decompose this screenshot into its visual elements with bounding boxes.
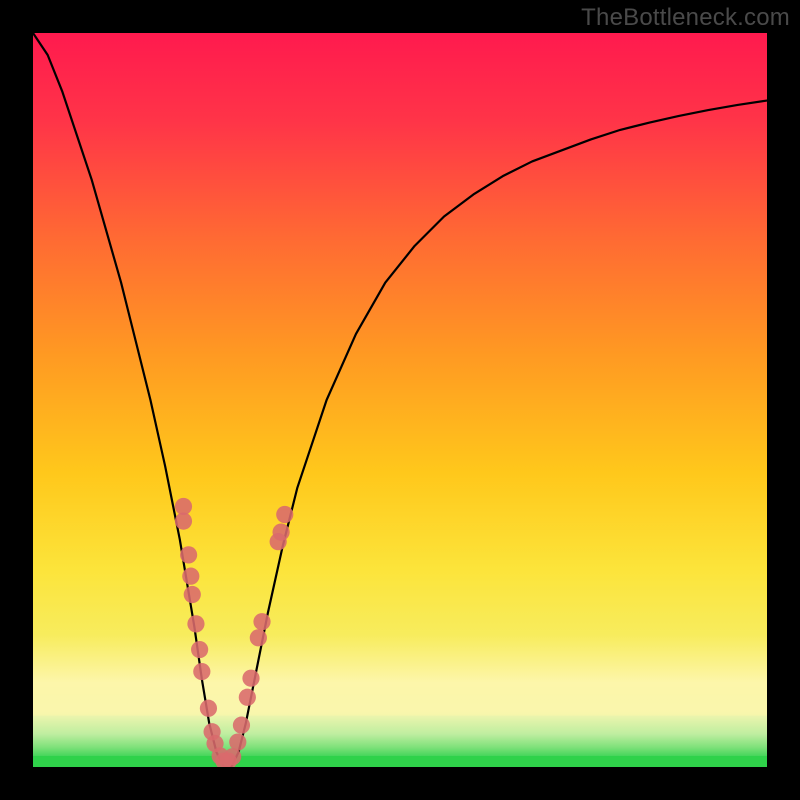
chart-marker [242, 670, 259, 687]
chart-marker [175, 513, 192, 530]
chart-background-gradient [33, 33, 767, 767]
chart-marker [276, 506, 293, 523]
chart-marker [250, 629, 267, 646]
chart-marker [233, 717, 250, 734]
chart-marker [272, 524, 289, 541]
chart-marker [193, 663, 210, 680]
chart-marker [224, 748, 241, 765]
chart-marker [184, 586, 201, 603]
chart-svg [33, 33, 767, 767]
chart-marker [253, 613, 270, 630]
chart-marker [229, 733, 246, 750]
chart-marker [239, 689, 256, 706]
chart-frame: TheBottleneck.com [0, 0, 800, 800]
chart-plot-area [33, 33, 767, 767]
chart-marker [175, 498, 192, 515]
chart-marker [180, 546, 197, 563]
chart-marker [191, 641, 208, 658]
chart-marker [182, 568, 199, 585]
watermark-text: TheBottleneck.com [581, 4, 790, 32]
chart-marker [200, 700, 217, 717]
chart-marker [187, 615, 204, 632]
